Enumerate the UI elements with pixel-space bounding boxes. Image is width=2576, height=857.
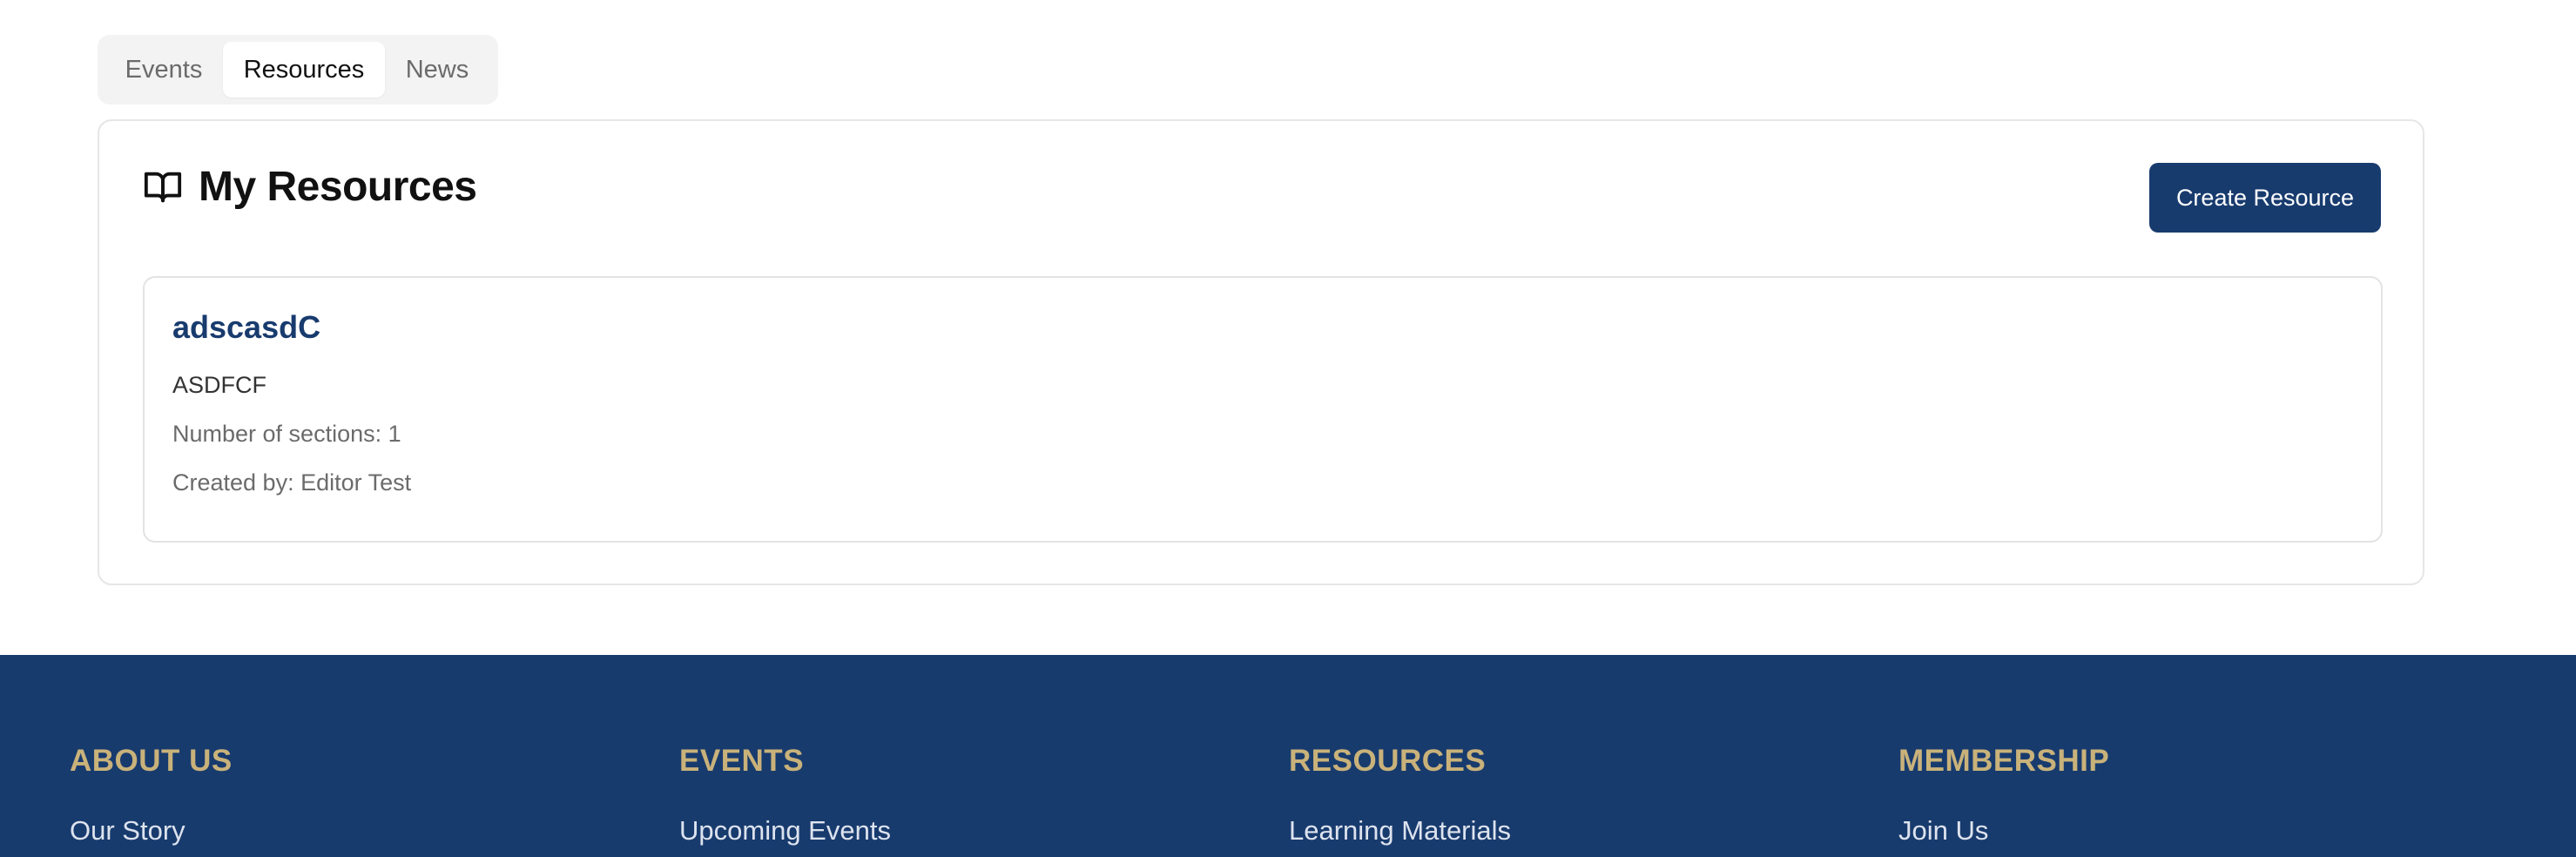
tab-events[interactable]: Events [105, 42, 223, 98]
footer-heading: ABOUT US [70, 744, 233, 778]
book-open-icon [143, 167, 183, 207]
resource-description: ASDFCF [172, 372, 266, 398]
page: Events Resources News My Resources Creat… [0, 0, 2576, 857]
create-resource-button[interactable]: Create Resource [2149, 163, 2381, 233]
tab-bar: Events Resources News [98, 35, 498, 105]
footer-column-membership: MEMBERSHIP Join Us [1898, 744, 2109, 847]
resource-title[interactable]: adscasdC [172, 309, 320, 346]
footer-column-about: ABOUT US Our Story [70, 744, 233, 847]
footer-heading: MEMBERSHIP [1898, 744, 2110, 778]
footer-link-our-story[interactable]: Our Story [70, 815, 233, 847]
footer-column-resources: RESOURCES Learning Materials [1289, 744, 1511, 847]
footer-heading: RESOURCES [1289, 744, 1487, 778]
footer-link-join-us[interactable]: Join Us [1898, 815, 2109, 847]
resource-section-count: Number of sections: 1 [172, 421, 401, 447]
my-resources-panel: My Resources Create Resource adscasdC AS… [98, 119, 2424, 585]
page-title: My Resources [199, 164, 477, 210]
footer-column-events: EVENTS Upcoming Events [679, 744, 891, 847]
footer-heading: EVENTS [679, 744, 805, 778]
panel-header: My Resources [143, 163, 477, 211]
resource-card[interactable]: adscasdC ASDFCF Number of sections: 1 Cr… [143, 276, 2383, 543]
tab-news[interactable]: News [385, 42, 489, 98]
footer-link-upcoming-events[interactable]: Upcoming Events [679, 815, 891, 847]
resource-creator: Created by: Editor Test [172, 469, 412, 496]
tab-resources[interactable]: Resources [223, 42, 385, 98]
site-footer: ABOUT US Our Story EVENTS Upcoming Event… [0, 655, 2576, 857]
footer-link-learning-materials[interactable]: Learning Materials [1289, 815, 1511, 847]
